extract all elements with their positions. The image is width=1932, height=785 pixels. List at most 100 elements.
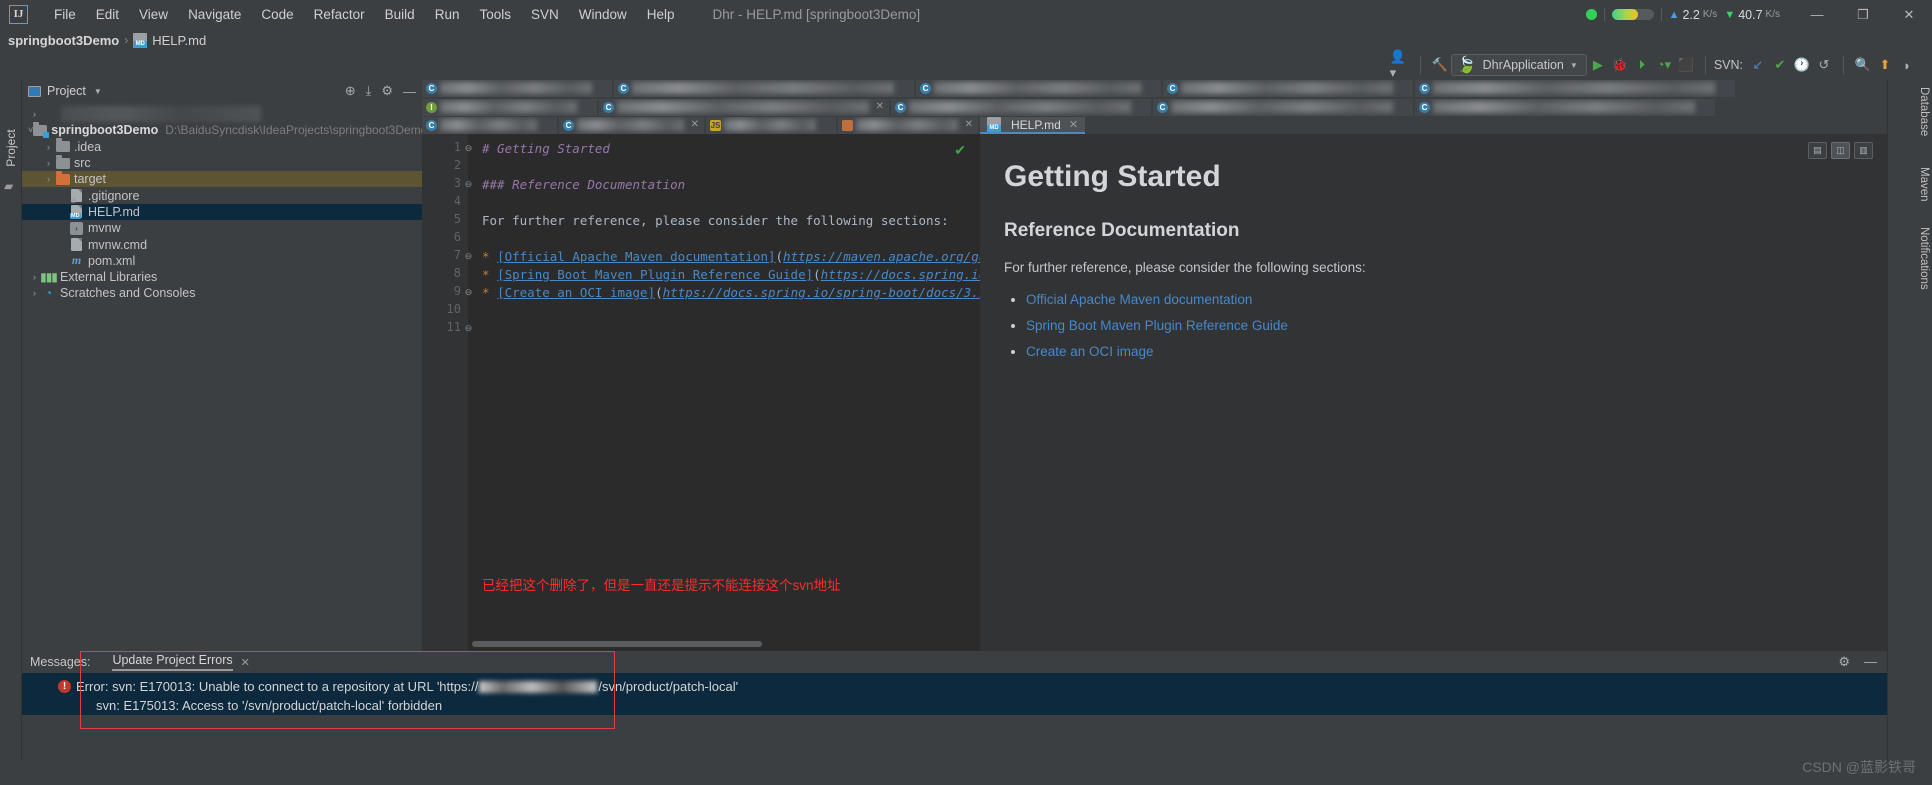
stripe-item-notifications[interactable]: Notifications: [1890, 227, 1930, 290]
tree-row-redacted[interactable]: ›: [22, 106, 422, 123]
tree-row-pom.xml[interactable]: m pom.xml: [22, 253, 422, 269]
code-line[interactable]: [482, 230, 980, 248]
stripe-item-maven[interactable]: Maven: [1890, 167, 1930, 202]
close-icon[interactable]: ✕: [241, 656, 250, 669]
svn-revert-icon[interactable]: ↺: [1813, 54, 1835, 76]
menu-refactor[interactable]: Refactor: [304, 4, 375, 25]
tree-row-.gitignore[interactable]: .gitignore: [22, 187, 422, 206]
search-icon[interactable]: 🔍: [1852, 54, 1874, 76]
show-editor-and-preview-icon[interactable]: ◫: [1831, 142, 1850, 159]
svn-history-icon[interactable]: 🕐: [1791, 54, 1813, 76]
preview-link[interactable]: Create an OCI image: [1026, 344, 1154, 359]
menu-tools[interactable]: Tools: [469, 4, 521, 25]
tree-row-springboot3Demo[interactable]: ˅ springboot3Demo D:\BaiduSyncdisk\IdeaPro…: [22, 121, 427, 138]
hide-icon[interactable]: —: [1864, 654, 1877, 670]
menu-help[interactable]: Help: [637, 4, 685, 25]
menu-file[interactable]: File: [44, 4, 86, 25]
editor-tab-blurred[interactable]: C: [1415, 79, 1735, 97]
show-preview-only-icon[interactable]: ▥: [1854, 142, 1873, 159]
minimize-button[interactable]: —: [1794, 0, 1840, 29]
breadcrumb-file[interactable]: HELP.md: [152, 33, 206, 48]
restore-button[interactable]: ❐: [1840, 0, 1886, 29]
debug-icon[interactable]: 🐞: [1609, 54, 1631, 76]
tree-row-mvnw[interactable]: › mvnw: [22, 220, 422, 236]
editor-tab-blurred[interactable]: I: [422, 98, 597, 116]
structure-icon[interactable]: ▰: [4, 179, 13, 193]
expand-arrow-icon[interactable]: ›: [42, 142, 55, 152]
close-icon[interactable]: ✕: [876, 101, 884, 112]
editor-tab-blurred[interactable]: C: [891, 98, 1151, 116]
close-button[interactable]: ✕: [1886, 0, 1932, 29]
code-line[interactable]: [482, 158, 980, 176]
menu-svn[interactable]: SVN: [521, 4, 569, 25]
editor-tab-blurred[interactable]: C ✕: [599, 98, 889, 116]
stripe-item-database[interactable]: Database: [1890, 87, 1930, 136]
menu-code[interactable]: Code: [251, 4, 303, 25]
close-icon[interactable]: ✕: [965, 119, 973, 130]
chevron-down-icon[interactable]: ▼: [94, 87, 102, 96]
run-configuration-selector[interactable]: 🍃 DhrApplication ▼: [1450, 54, 1587, 76]
settings-gear-icon[interactable]: ⚙: [1838, 654, 1850, 670]
editor-tab-blurred[interactable]: ✕: [838, 117, 978, 134]
menu-run[interactable]: Run: [425, 4, 470, 25]
svn-commit-icon[interactable]: ✔: [1769, 54, 1791, 76]
run-with-coverage-icon[interactable]: ⏵: [1631, 54, 1653, 76]
menu-build[interactable]: Build: [375, 4, 425, 25]
expand-arrow-icon[interactable]: ›: [42, 174, 55, 184]
expand-arrow-icon[interactable]: ›: [28, 272, 41, 282]
code-line[interactable]: [482, 302, 980, 320]
code-line[interactable]: * [Spring Boot Maven Plugin Reference Gu…: [482, 266, 980, 284]
updates-icon[interactable]: ⬆: [1874, 54, 1896, 76]
collapse-all-icon[interactable]: ⤓: [366, 83, 372, 99]
tree-row-HELP.md[interactable]: HELP.md: [22, 203, 422, 221]
profile-icon[interactable]: ◔▾: [1653, 54, 1675, 76]
project-tree[interactable]: › ˅ springboot3Demo D:\BaiduSyncdisk\IdeaPr…: [22, 106, 427, 302]
breadcrumb-project[interactable]: springboot3Demo: [8, 33, 119, 48]
tree-row-Scratches and Consoles[interactable]: › ◔ Scratches and Consoles: [22, 285, 422, 301]
messages-tab-update-project-errors[interactable]: Update Project Errors: [112, 653, 233, 671]
editor-tab-blurred[interactable]: C: [1415, 98, 1715, 116]
error-message-body[interactable]: ! Error: svn: E170013: Unable to connect…: [22, 673, 1887, 715]
markdown-source-pane[interactable]: 1 2 3 4 5 6 7 8 9 10 11 ⊖ ⊖ ⊖ ⊖ ⊖ # Getting Started ##…: [422, 134, 980, 651]
horizontal-scrollbar[interactable]: [472, 641, 762, 647]
menu-window[interactable]: Window: [569, 4, 637, 25]
plugin-icon[interactable]: ◗: [1896, 54, 1918, 76]
locate-icon[interactable]: ⊕: [345, 83, 356, 99]
menu-edit[interactable]: Edit: [86, 4, 129, 25]
preview-link[interactable]: Official Apache Maven documentation: [1026, 292, 1252, 307]
close-icon[interactable]: ✕: [691, 119, 699, 130]
stripe-item-project[interactable]: Project: [4, 124, 18, 172]
stop-icon[interactable]: ⬛: [1675, 54, 1697, 76]
code-line[interactable]: [482, 194, 980, 212]
expand-arrow[interactable]: ›: [28, 109, 41, 119]
tree-row-mvnw.cmd[interactable]: mvnw.cmd: [22, 236, 422, 252]
show-editor-only-icon[interactable]: ▤: [1808, 142, 1827, 159]
editor-tab-blurred[interactable]: C: [422, 79, 612, 97]
menu-navigate[interactable]: Navigate: [178, 4, 251, 25]
editor-tab-blurred[interactable]: C: [614, 79, 914, 97]
menu-view[interactable]: View: [129, 4, 178, 25]
build-icon[interactable]: 🔨: [1429, 54, 1451, 76]
inspection-status-icon[interactable]: ✔: [954, 142, 966, 159]
expand-arrow-icon[interactable]: ›: [28, 288, 41, 298]
tree-row-target[interactable]: › target: [22, 170, 422, 188]
code-line[interactable]: * [Create an OCI image](https://docs.spr…: [482, 284, 980, 302]
editor-tab-blurred[interactable]: C: [422, 117, 557, 134]
tree-row-.idea[interactable]: › .idea: [22, 138, 422, 155]
editor-tab-blurred[interactable]: C: [1153, 98, 1413, 116]
expand-arrow-icon[interactable]: ›: [42, 158, 55, 168]
editor-tab-help-md[interactable]: HELP.md ✕: [980, 117, 1086, 134]
code-line[interactable]: # Getting Started: [482, 140, 980, 158]
editor-tab-blurred[interactable]: C: [1163, 79, 1413, 97]
code-line[interactable]: ### Reference Documentation: [482, 176, 980, 194]
code-line[interactable]: For further reference, please consider t…: [482, 212, 980, 230]
tree-row-src[interactable]: › src: [22, 154, 422, 171]
close-icon[interactable]: ✕: [1069, 118, 1078, 131]
hide-icon[interactable]: —: [403, 84, 416, 99]
editor-tab-blurred[interactable]: C ✕: [559, 117, 704, 134]
preview-link[interactable]: Spring Boot Maven Plugin Reference Guide: [1026, 318, 1288, 333]
user-icon[interactable]: 👤▾: [1390, 49, 1412, 80]
editor-tab-blurred[interactable]: JS: [706, 117, 836, 134]
svn-update-icon[interactable]: ↙: [1747, 54, 1769, 76]
settings-gear-icon[interactable]: ⚙: [381, 83, 393, 99]
